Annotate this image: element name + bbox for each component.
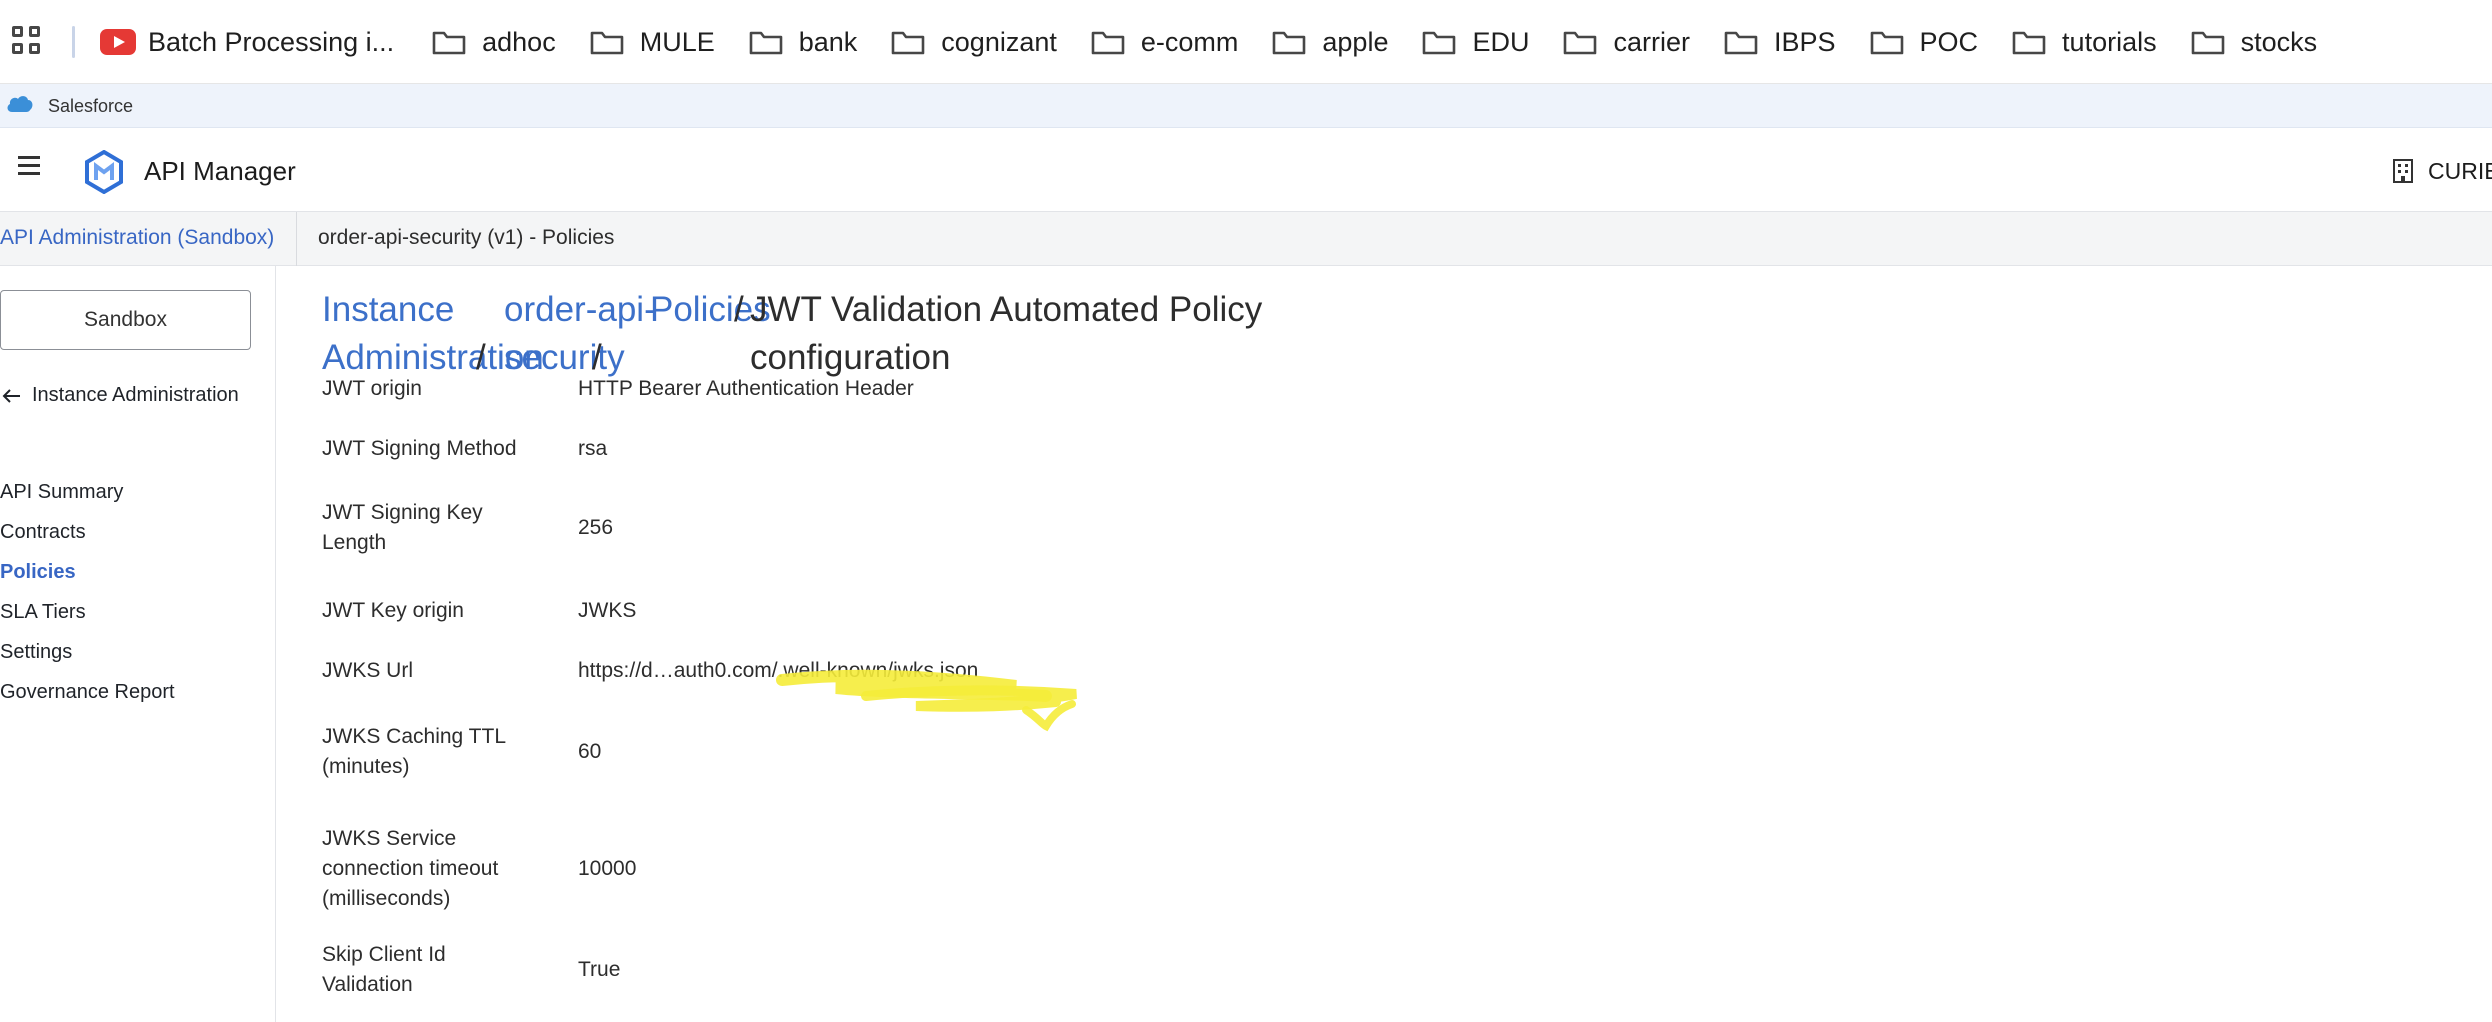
environment-button[interactable]: Sandbox	[0, 290, 251, 350]
bookmark-apple[interactable]: apple	[1272, 27, 1388, 58]
sidebar-item-api-summary[interactable]: API Summary	[0, 472, 175, 512]
breadcrumb-environment-link[interactable]: API Administration (Sandbox)	[0, 226, 274, 250]
apps-grid-icon[interactable]	[12, 26, 44, 58]
bookmark-stocks[interactable]: stocks	[2191, 26, 2318, 58]
sidebar: Sandbox Instance Administration API Summ…	[0, 266, 276, 1022]
detail-label: JWT Key origin	[322, 599, 464, 622]
bookmark-label: MULE	[639, 26, 715, 57]
page-heading: Instance Administration / order-api-secur…	[322, 286, 1622, 386]
breadcrumb-divider	[296, 212, 297, 266]
sidebar-item-governance-report[interactable]: Governance Report	[0, 672, 175, 712]
bookmark-poc[interactable]: POC	[1870, 26, 1979, 58]
bookmarks-list: Batch Processing i... adhoc MULE bank cogniz…	[100, 0, 2351, 84]
detail-value: 10000	[578, 857, 637, 880]
detail-value: rsa	[578, 437, 608, 460]
detail-value: 60	[578, 740, 602, 763]
bookmark-e-comm[interactable]: e-comm	[1091, 26, 1239, 58]
breadcrumb-current: order-api-security (v1) - Policies	[318, 226, 615, 249]
detail-value: True	[578, 958, 621, 981]
bookmark-label: POC	[1919, 26, 1979, 57]
detail-label: JWT origin	[322, 377, 422, 400]
bookmark-label: EDU	[1472, 26, 1530, 57]
app-title[interactable]: API Manager	[144, 156, 296, 187]
detail-label: JWT Signing Method	[322, 437, 517, 460]
bookmark-label: adhoc	[482, 26, 556, 57]
back-to-instance-administration-link[interactable]: Instance Administration	[2, 384, 239, 407]
sidebar-item-sla-tiers[interactable]: SLA Tiers	[0, 592, 175, 632]
folder-icon	[1423, 31, 1456, 55]
bookmark-label: e-comm	[1140, 26, 1239, 57]
detail-value: HTTP Bearer Authentication Header	[578, 377, 914, 400]
detail-label: Skip Client Id Validation	[322, 943, 446, 996]
bookmark-edu[interactable]: EDU	[1422, 27, 1529, 58]
salesforce-cloud-icon	[7, 96, 33, 112]
folder-icon	[1273, 31, 1306, 55]
bookmark-label: tutorials	[2062, 26, 2157, 57]
bookmark-ibps[interactable]: IBPS	[1724, 27, 1836, 58]
folder-icon	[1870, 31, 1903, 55]
folder-icon	[891, 31, 925, 55]
detail-value: JWKS	[578, 599, 637, 622]
detail-value: 256	[578, 516, 614, 539]
bookmark-label: bank	[798, 26, 858, 57]
folder-icon	[1724, 31, 1758, 55]
bookmark-label: stocks	[2240, 26, 2318, 57]
folder-icon	[1091, 31, 1125, 55]
breadcrumb: API Administration (Sandbox) order-api-s…	[0, 212, 2492, 266]
bookmark-label: IBPS	[1774, 26, 1836, 57]
folder-icon	[2012, 31, 2046, 55]
bookmark-mule[interactable]: MULE	[590, 27, 715, 58]
bookmarks-separator	[72, 26, 75, 58]
bookmark-label: Batch Processing i...	[148, 26, 395, 57]
folder-icon	[432, 31, 466, 55]
detail-label: JWKS Caching TTL (minutes)	[322, 725, 507, 778]
sidebar-item-contracts[interactable]: Contracts	[0, 512, 175, 552]
bookmark-cognizant[interactable]: cognizant	[891, 27, 1057, 58]
salesforce-strip: Salesforce	[0, 84, 2492, 128]
bookmark-batch-processing-i[interactable]: Batch Processing i...	[100, 27, 394, 58]
bookmark-label: apple	[1322, 26, 1389, 57]
page-title: JWT Validation Automated Policy configura…	[750, 290, 1263, 377]
bookmark-bank[interactable]: bank	[749, 26, 858, 58]
bookmark-adhoc[interactable]: adhoc	[432, 27, 556, 58]
folder-icon	[590, 31, 624, 55]
building-icon	[2393, 159, 2413, 183]
bookmark-tutorials[interactable]: tutorials	[2012, 27, 2157, 58]
heading-crumb-order-api-security[interactable]: order-api-security	[504, 286, 656, 382]
detail-label: JWKS Service connection timeout (milliseco…	[322, 827, 499, 910]
arrow-left-icon	[2, 388, 20, 403]
bookmarks-bar: Batch Processing i... adhoc MULE bank cogniz…	[0, 0, 2492, 84]
menu-icon[interactable]	[18, 156, 42, 176]
youtube-icon	[100, 29, 136, 55]
folder-icon	[2191, 31, 2224, 55]
sidebar-item-settings[interactable]: Settings	[0, 632, 175, 672]
org-selector[interactable]: CURIE	[2428, 158, 2492, 185]
bookmark-carrier[interactable]: carrier	[1563, 27, 1690, 58]
folder-icon	[1564, 31, 1597, 55]
back-link-label: Instance Administration	[32, 384, 239, 406]
anypoint-logo-icon[interactable]	[84, 150, 124, 194]
main-content: Instance Administration / order-api-secur…	[276, 266, 2492, 1022]
sidebar-item-policies[interactable]: Policies	[0, 552, 175, 592]
heading-separator: /	[734, 290, 744, 329]
detail-value: https://d…auth0.com/.well-known/jwks.jso…	[578, 659, 979, 682]
sidebar-nav: API Summary Contracts Policies SLA Tiers Set…	[0, 472, 175, 712]
bookmark-label: cognizant	[941, 26, 1057, 57]
bookmark-label: carrier	[1613, 26, 1690, 57]
app-header: API Manager CURIE	[0, 128, 2492, 212]
salesforce-label[interactable]: Salesforce	[48, 96, 133, 117]
detail-label: JWT Signing Key Length	[322, 501, 483, 554]
detail-label: JWKS Url	[322, 659, 413, 682]
folder-icon	[749, 31, 783, 55]
